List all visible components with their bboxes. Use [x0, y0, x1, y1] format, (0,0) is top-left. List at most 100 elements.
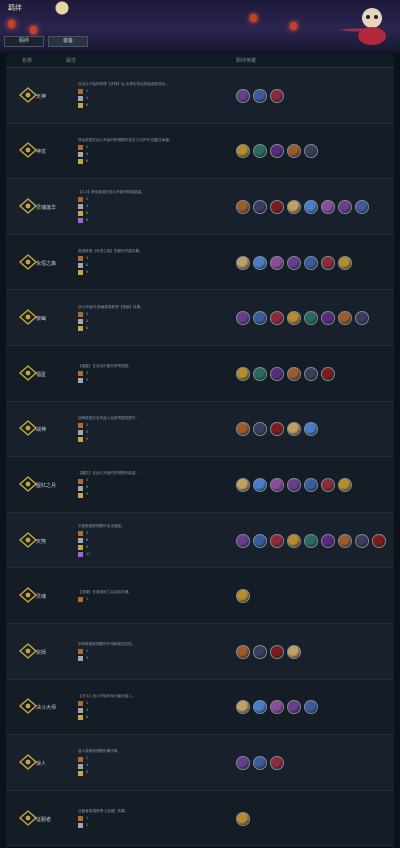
champion-avatar[interactable] — [287, 255, 301, 270]
trait-tier: 4 — [78, 96, 228, 102]
champion-avatar[interactable] — [253, 144, 267, 159]
tier-badge-icon — [78, 544, 83, 550]
champion-avatar[interactable] — [355, 199, 369, 214]
champion-avatar[interactable] — [304, 533, 318, 548]
trait-name: 宗师 — [36, 649, 47, 656]
champion-avatar[interactable] — [338, 533, 352, 548]
champion-list — [236, 422, 318, 437]
champion-avatar[interactable] — [287, 366, 301, 381]
champion-avatar[interactable] — [287, 311, 301, 326]
champion-avatar[interactable] — [253, 477, 267, 492]
tier-badge-icon — [78, 648, 83, 654]
trait-description: 宗师英雄获得额外护甲和魔法抗性。 2 3 — [78, 642, 228, 661]
champion-avatar[interactable] — [253, 199, 267, 214]
champion-avatar[interactable] — [270, 311, 284, 326]
trait-tier: 3 — [78, 656, 228, 661]
champion-avatar[interactable] — [236, 644, 250, 659]
tier-count: 2 — [86, 311, 89, 316]
champion-avatar[interactable] — [287, 199, 301, 214]
tab-items[interactable]: 装备 — [48, 36, 89, 47]
champion-avatar[interactable] — [287, 644, 301, 659]
trait-tier: 1 — [78, 816, 228, 821]
champion-avatar[interactable] — [321, 477, 335, 492]
champion-avatar[interactable] — [287, 422, 301, 437]
champion-avatar[interactable] — [338, 311, 352, 326]
champion-avatar[interactable] — [304, 144, 318, 159]
champion-avatar[interactable] — [270, 755, 284, 770]
champion-avatar[interactable] — [338, 199, 352, 214]
champion-avatar[interactable] — [236, 255, 250, 270]
champion-avatar[interactable] — [253, 755, 267, 770]
trait-tier: 2 — [78, 649, 228, 654]
trait-description-text: 战斗开始时,夜幽英雄获得【夜幽】效果。 — [78, 304, 144, 309]
champion-avatar[interactable] — [304, 477, 318, 492]
champion-avatar[interactable] — [236, 144, 250, 159]
champion-avatar[interactable] — [236, 311, 250, 326]
champion-avatar[interactable] — [270, 422, 284, 437]
champion-avatar[interactable] — [372, 533, 386, 548]
champion-avatar[interactable] — [236, 422, 250, 437]
champion-avatar[interactable] — [270, 477, 284, 492]
tier-count: 9 — [86, 492, 89, 497]
champion-avatar[interactable] — [321, 255, 335, 270]
champion-avatar[interactable] — [270, 255, 284, 270]
champion-avatar[interactable] — [304, 700, 318, 715]
champion-avatar[interactable] — [321, 366, 335, 381]
champion-avatar[interactable] — [236, 88, 250, 103]
champion-avatar[interactable] — [355, 533, 369, 548]
trait-tier: 5 — [78, 378, 228, 383]
champion-avatar[interactable] — [236, 811, 250, 826]
champion-avatar[interactable] — [236, 366, 250, 381]
tier-badge-icon — [78, 263, 83, 269]
champion-avatar[interactable] — [287, 700, 301, 715]
trait-tier: 3 — [78, 256, 228, 262]
trait-description: 在战斗开始时获得【天神】后,天神击杀后将会使其变为。 2 4 6 — [78, 82, 228, 109]
champion-avatar[interactable] — [355, 311, 369, 326]
champion-avatar[interactable] — [338, 477, 352, 492]
champion-avatar[interactable] — [236, 700, 250, 715]
champion-avatar[interactable] — [253, 644, 267, 659]
tier-count: 4 — [86, 203, 89, 208]
champion-avatar[interactable] — [253, 255, 267, 270]
champion-avatar[interactable] — [253, 366, 267, 381]
champion-avatar[interactable] — [253, 700, 267, 715]
champion-avatar[interactable] — [270, 199, 284, 214]
trait-row: 夜幽 战斗开始时,夜幽英雄获得【夜幽】效果。 2 4 6 — [6, 290, 394, 346]
champion-avatar[interactable] — [321, 199, 335, 214]
champion-avatar[interactable] — [304, 422, 318, 437]
champion-avatar[interactable] — [270, 366, 284, 381]
champion-avatar[interactable] — [304, 366, 318, 381]
trait-tier: 9 — [78, 437, 228, 442]
tier-count: 1 — [86, 815, 89, 820]
tab-traits[interactable]: 羁绊 — [4, 36, 45, 47]
champion-avatar[interactable] — [236, 755, 250, 770]
champion-avatar[interactable] — [304, 199, 318, 214]
champion-avatar[interactable] — [236, 589, 250, 604]
champion-avatar[interactable] — [304, 255, 318, 270]
champion-avatar[interactable] — [270, 88, 284, 103]
champion-avatar[interactable] — [338, 255, 352, 270]
trait-tier: 6 — [78, 770, 228, 776]
champion-avatar[interactable] — [253, 422, 267, 437]
champion-avatar[interactable] — [236, 533, 250, 548]
champion-avatar[interactable] — [287, 144, 301, 159]
trait-description: 英雄获得【永恒之森】的额外护盾效果。 3 6 9 — [78, 249, 228, 276]
champion-avatar[interactable] — [321, 533, 335, 548]
tier-count: 4 — [86, 763, 89, 768]
champion-avatar[interactable] — [270, 533, 284, 548]
champion-avatar[interactable] — [270, 644, 284, 659]
trait-tier: 6 — [78, 485, 228, 491]
champion-avatar[interactable] — [253, 311, 267, 326]
champion-avatar[interactable] — [253, 533, 267, 548]
champion-avatar[interactable] — [270, 700, 284, 715]
champion-avatar[interactable] — [304, 311, 318, 326]
champion-avatar[interactable] — [287, 477, 301, 492]
champion-avatar[interactable] — [270, 144, 284, 159]
tab-bar: 羁绊 装备 — [4, 36, 89, 47]
champion-avatar[interactable] — [321, 311, 335, 326]
champion-avatar[interactable] — [287, 533, 301, 548]
trait-tier: 6 — [78, 538, 228, 543]
champion-avatar[interactable] — [253, 88, 267, 103]
champion-avatar[interactable] — [236, 199, 250, 214]
champion-avatar[interactable] — [236, 477, 250, 492]
